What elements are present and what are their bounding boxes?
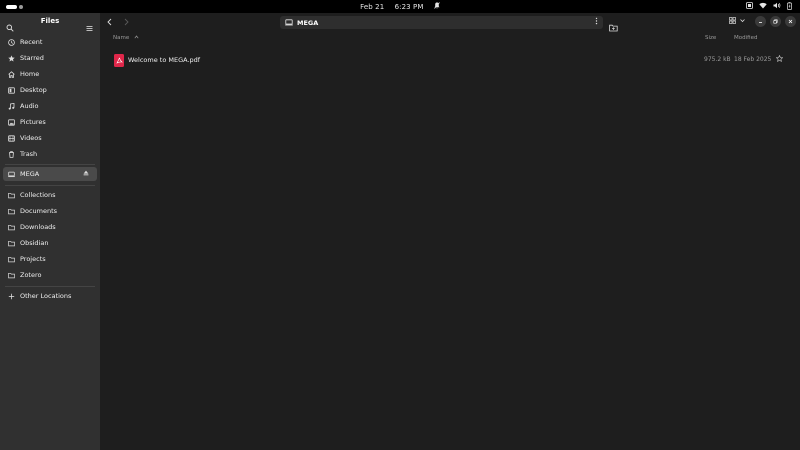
sidebar-item-starred[interactable]: Starred — [3, 51, 97, 65]
column-header-name[interactable]: Name — [113, 35, 139, 41]
sidebar-divider — [5, 286, 95, 287]
drive-icon — [285, 19, 293, 26]
back-button[interactable] — [106, 18, 116, 28]
drive-icon — [8, 171, 15, 178]
grid-view-icon — [729, 17, 736, 24]
sidebar-item-label: Projects — [20, 255, 46, 263]
main-view: MEGA Name Size Modified Welcome to MEGA.… — [100, 13, 800, 450]
battery-icon — [787, 1, 792, 12]
music-note-icon — [8, 102, 15, 110]
sidebar-item-downloads[interactable]: Downloads — [3, 220, 97, 234]
star-toggle-icon[interactable] — [775, 54, 784, 64]
clock-date: Feb 21 — [360, 3, 385, 11]
plus-icon — [8, 293, 15, 300]
chevron-left-icon — [107, 18, 112, 26]
minimize-icon — [759, 22, 762, 23]
wifi-icon — [759, 2, 767, 11]
sidebar-item-label: Desktop — [20, 86, 47, 94]
sidebar-item-label: Audio — [20, 102, 39, 110]
folder-icon — [8, 240, 15, 247]
forward-button[interactable] — [122, 18, 132, 28]
sidebar-item-documents[interactable]: Documents — [3, 204, 97, 218]
desktop-icon — [8, 86, 15, 94]
sidebar-item-audio[interactable]: Audio — [3, 99, 97, 113]
sidebar-item-desktop[interactable]: Desktop — [3, 83, 97, 97]
hamburger-menu-icon[interactable] — [86, 17, 93, 36]
minimize-button[interactable] — [755, 16, 766, 27]
network-icon — [746, 2, 753, 11]
dnd-bell-icon — [434, 2, 440, 11]
column-header-modified[interactable]: Modified — [734, 35, 757, 41]
image-icon — [8, 118, 15, 126]
sidebar-divider — [5, 185, 95, 186]
sidebar-item-label: Starred — [20, 54, 44, 62]
close-button[interactable] — [785, 16, 796, 27]
sidebar-item-recent[interactable]: Recent — [3, 35, 97, 49]
folder-icon — [8, 192, 15, 199]
sidebar-item-label: Zotero — [20, 271, 42, 279]
folder-plus-icon — [609, 24, 618, 32]
sidebar-item-label: Obsidian — [20, 239, 49, 247]
sidebar-item-label: Home — [20, 70, 40, 78]
close-icon — [788, 19, 793, 24]
column-header-label: Name — [113, 35, 130, 41]
folder-icon — [8, 256, 15, 263]
sidebar-item-zotero[interactable]: Zotero — [3, 268, 97, 282]
clock-icon — [8, 38, 15, 46]
folder-icon — [8, 272, 15, 279]
sidebar-item-label: Collections — [20, 191, 56, 199]
sidebar-item-other-locations[interactable]: Other Locations — [3, 289, 97, 303]
trash-icon — [8, 150, 15, 158]
chevron-down-icon — [740, 19, 745, 23]
sidebar-item-obsidian[interactable]: Obsidian — [3, 236, 97, 250]
pdf-icon — [114, 54, 124, 67]
folder-icon — [8, 224, 15, 231]
system-tray[interactable] — [746, 1, 792, 12]
sidebar-item-label: Pictures — [20, 118, 46, 126]
volume-icon — [773, 2, 781, 11]
folder-icon — [8, 208, 15, 215]
sidebar-item-videos[interactable]: Videos — [3, 131, 97, 145]
file-size: 975.2 kB — [704, 56, 731, 63]
film-icon — [8, 134, 15, 142]
sidebar-item-label: Other Locations — [20, 292, 72, 300]
chevron-right-icon — [124, 18, 129, 26]
sidebar-item-label: Videos — [20, 134, 42, 142]
clock[interactable]: Feb 21 6:23 PM — [0, 2, 800, 11]
home-icon — [8, 70, 15, 78]
restore-icon — [773, 19, 778, 24]
path-bar[interactable]: MEGA — [280, 16, 603, 29]
star-icon — [8, 54, 15, 62]
kebab-menu-icon[interactable] — [595, 17, 598, 27]
view-options-button[interactable] — [729, 17, 746, 24]
file-modified: 18 Feb 2025 — [734, 56, 772, 63]
file-row[interactable]: Welcome to MEGA.pdf 975.2 kB 18 Feb 2025 — [100, 53, 800, 69]
file-name: Welcome to MEGA.pdf — [128, 56, 201, 64]
sidebar-item-trash[interactable]: Trash — [3, 147, 97, 161]
sidebar-item-label: Documents — [20, 207, 58, 215]
eject-icon[interactable] — [83, 170, 89, 178]
clock-time: 6:23 PM — [394, 3, 424, 11]
sidebar-header: Files — [0, 13, 100, 32]
top-bar: Feb 21 6:23 PM — [0, 0, 800, 13]
path-current-location[interactable]: MEGA — [297, 19, 318, 27]
sidebar-item-label: Recent — [20, 38, 43, 46]
sort-ascending-icon — [134, 35, 139, 41]
new-folder-button[interactable] — [609, 17, 618, 36]
sidebar-item-label: Downloads — [20, 223, 56, 231]
sidebar-item-mega[interactable]: MEGA — [3, 167, 97, 181]
sidebar: Files Recent Starred Home Desktop Audio … — [0, 13, 100, 450]
sidebar-item-home[interactable]: Home — [3, 67, 97, 81]
sidebar-item-label: MEGA — [20, 170, 40, 178]
sidebar-divider — [5, 164, 95, 165]
sidebar-item-label: Trash — [20, 150, 38, 158]
sidebar-item-collections[interactable]: Collections — [3, 188, 97, 202]
column-header-size[interactable]: Size — [705, 35, 716, 41]
maximize-button[interactable] — [770, 16, 781, 27]
sidebar-item-pictures[interactable]: Pictures — [3, 115, 97, 129]
sidebar-item-projects[interactable]: Projects — [3, 252, 97, 266]
app-title: Files — [40, 17, 60, 25]
